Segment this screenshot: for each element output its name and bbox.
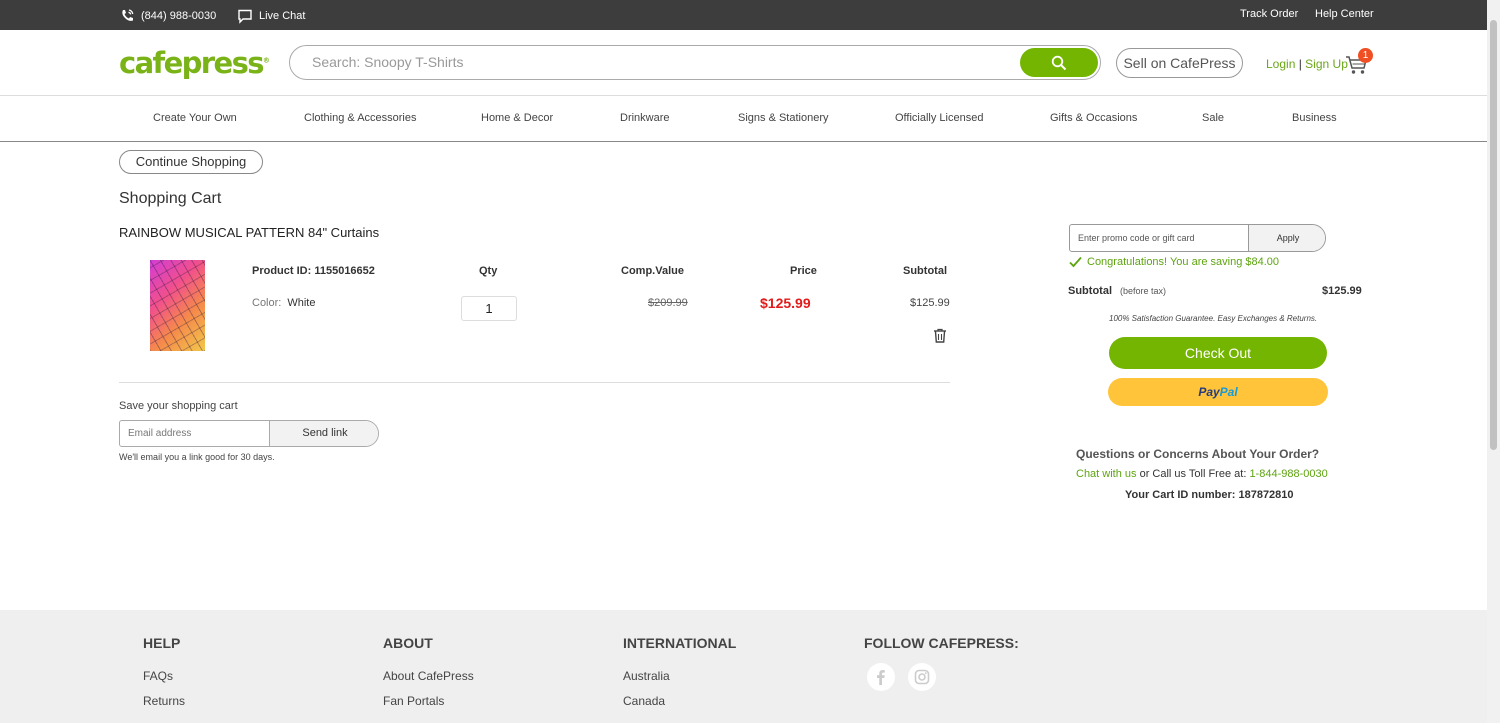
chat-with-us-link[interactable]: Chat with us bbox=[1076, 468, 1137, 480]
product-image[interactable] bbox=[150, 260, 205, 351]
before-tax-text: (before tax) bbox=[1120, 286, 1167, 296]
quantity-input[interactable]: 1 bbox=[461, 296, 517, 321]
savings-message: Congratulations! You are saving $84.00 bbox=[1069, 256, 1279, 268]
instagram-button[interactable] bbox=[908, 663, 936, 691]
cart-divider bbox=[119, 382, 950, 383]
promo-form: Apply bbox=[1069, 224, 1326, 252]
save-cart-form: Send link bbox=[119, 420, 379, 447]
search-input[interactable] bbox=[312, 54, 1012, 70]
footer-link-canada[interactable]: Canada bbox=[623, 694, 665, 708]
nav-signs-stationery[interactable]: Signs & Stationery bbox=[738, 112, 829, 124]
cafepress-logo[interactable]: cafepress® bbox=[119, 46, 270, 80]
nav-officially-licensed[interactable]: Officially Licensed bbox=[895, 112, 983, 124]
questions-heading: Questions or Concerns About Your Order? bbox=[1076, 447, 1320, 461]
toll-free-number[interactable]: 1-844-988-0030 bbox=[1249, 468, 1327, 480]
footer-link-faqs[interactable]: FAQs bbox=[143, 669, 173, 683]
color-label: Color: bbox=[252, 297, 282, 309]
trash-icon bbox=[934, 328, 946, 343]
checkout-button[interactable]: Check Out bbox=[1109, 337, 1327, 369]
footer-about-heading: ABOUT bbox=[383, 635, 433, 651]
subtotal-label: Subtotal (before tax) bbox=[1068, 285, 1166, 297]
call-text: or Call us Toll Free at: bbox=[1136, 468, 1250, 480]
phone-link[interactable]: (844) 988-0030 bbox=[119, 8, 216, 24]
email-note: We'll email you a link good for 30 days. bbox=[119, 452, 275, 462]
qty-header: Qty bbox=[479, 265, 498, 277]
footer-link-fan-portals[interactable]: Fan Portals bbox=[383, 694, 444, 708]
phone-number: (844) 988-0030 bbox=[141, 10, 217, 22]
top-bar: (844) 988-0030 Live Chat Track Order Hel… bbox=[0, 0, 1487, 30]
nav-divider bbox=[0, 141, 1487, 142]
phone-icon bbox=[122, 9, 134, 21]
footer-follow-heading: FOLLOW CAFEPRESS: bbox=[864, 635, 1019, 651]
item-price: $125.99 bbox=[760, 295, 811, 311]
signup-link[interactable]: Sign Up bbox=[1305, 57, 1348, 71]
nav-business[interactable]: Business bbox=[1292, 112, 1337, 124]
page-scrollbar[interactable] bbox=[1487, 0, 1500, 723]
chat-icon bbox=[238, 9, 252, 24]
instagram-icon bbox=[914, 669, 930, 685]
subtotal-header: Subtotal bbox=[903, 265, 947, 277]
subtotal-value: $125.99 bbox=[1322, 285, 1362, 297]
promo-code-input[interactable] bbox=[1078, 233, 1246, 243]
nav-sale[interactable]: Sale bbox=[1202, 112, 1224, 124]
price-header: Price bbox=[790, 265, 817, 277]
comp-value: $209.99 bbox=[648, 297, 688, 309]
paypal-logo-pay: Pay bbox=[1198, 385, 1220, 399]
color-value: White bbox=[287, 297, 316, 309]
comp-value-header: Comp.Value bbox=[621, 265, 684, 277]
cart-count-badge: 1 bbox=[1358, 48, 1373, 63]
continue-shopping-button[interactable]: Continue Shopping bbox=[119, 150, 263, 174]
account-links: Login | Sign Up bbox=[1266, 57, 1348, 71]
footer: HELP FAQs Returns ABOUT About CafePress … bbox=[0, 610, 1487, 723]
login-link[interactable]: Login bbox=[1266, 57, 1295, 71]
footer-international-heading: INTERNATIONAL bbox=[623, 635, 737, 651]
logo-text: cafepress bbox=[119, 46, 265, 80]
footer-link-returns[interactable]: Returns bbox=[143, 694, 185, 708]
track-order-link[interactable]: Track Order bbox=[1240, 8, 1298, 20]
footer-link-about[interactable]: About CafePress bbox=[383, 669, 474, 683]
nav-create-your-own[interactable]: Create Your Own bbox=[153, 112, 237, 124]
live-chat-label: Live Chat bbox=[259, 10, 306, 22]
subtotal-text: Subtotal bbox=[1068, 285, 1112, 297]
live-chat-link[interactable]: Live Chat bbox=[237, 8, 305, 24]
item-subtotal: $125.99 bbox=[910, 297, 950, 309]
nav-home-decor[interactable]: Home & Decor bbox=[481, 112, 553, 124]
search-icon bbox=[1051, 55, 1067, 70]
facebook-icon bbox=[877, 670, 885, 685]
nav-drinkware[interactable]: Drinkware bbox=[620, 112, 670, 124]
savings-text: Congratulations! You are saving $84.00 bbox=[1087, 256, 1280, 268]
send-link-button[interactable]: Send link bbox=[269, 421, 378, 446]
contact-line: Chat with us or Call us Toll Free at: 1-… bbox=[1076, 468, 1328, 480]
nav-clothing-accessories[interactable]: Clothing & Accessories bbox=[304, 112, 417, 124]
check-icon bbox=[1069, 256, 1082, 268]
scrollbar-thumb[interactable] bbox=[1490, 20, 1497, 450]
product-color: Color: White bbox=[252, 297, 315, 309]
guarantee-text: 100% Satisfaction Guarantee. Easy Exchan… bbox=[1109, 314, 1318, 323]
product-name[interactable]: RAINBOW MUSICAL PATTERN 84" Curtains bbox=[119, 225, 379, 240]
cart-id: Your Cart ID number: 187872810 bbox=[1125, 489, 1294, 501]
paypal-logo-pal: Pal bbox=[1219, 385, 1238, 399]
paypal-button[interactable]: PayPal bbox=[1108, 378, 1328, 406]
search-bar bbox=[289, 45, 1101, 80]
save-cart-label: Save your shopping cart bbox=[119, 400, 238, 412]
facebook-button[interactable] bbox=[867, 663, 895, 691]
cart-button[interactable]: 1 bbox=[1345, 48, 1373, 76]
apply-promo-button[interactable]: Apply bbox=[1248, 225, 1325, 251]
page-title: Shopping Cart bbox=[119, 190, 222, 207]
nav-gifts-occasions[interactable]: Gifts & Occasions bbox=[1050, 112, 1137, 124]
email-field[interactable] bbox=[128, 428, 268, 439]
product-id: Product ID: 1155016652 bbox=[252, 265, 375, 277]
search-button[interactable] bbox=[1020, 48, 1098, 77]
footer-link-australia[interactable]: Australia bbox=[623, 669, 670, 683]
footer-help-heading: HELP bbox=[143, 635, 181, 651]
help-center-link[interactable]: Help Center bbox=[1315, 8, 1374, 20]
sell-on-cafepress-button[interactable]: Sell on CafePress bbox=[1116, 48, 1243, 78]
remove-item-button[interactable] bbox=[933, 328, 947, 348]
header-divider bbox=[0, 95, 1487, 96]
